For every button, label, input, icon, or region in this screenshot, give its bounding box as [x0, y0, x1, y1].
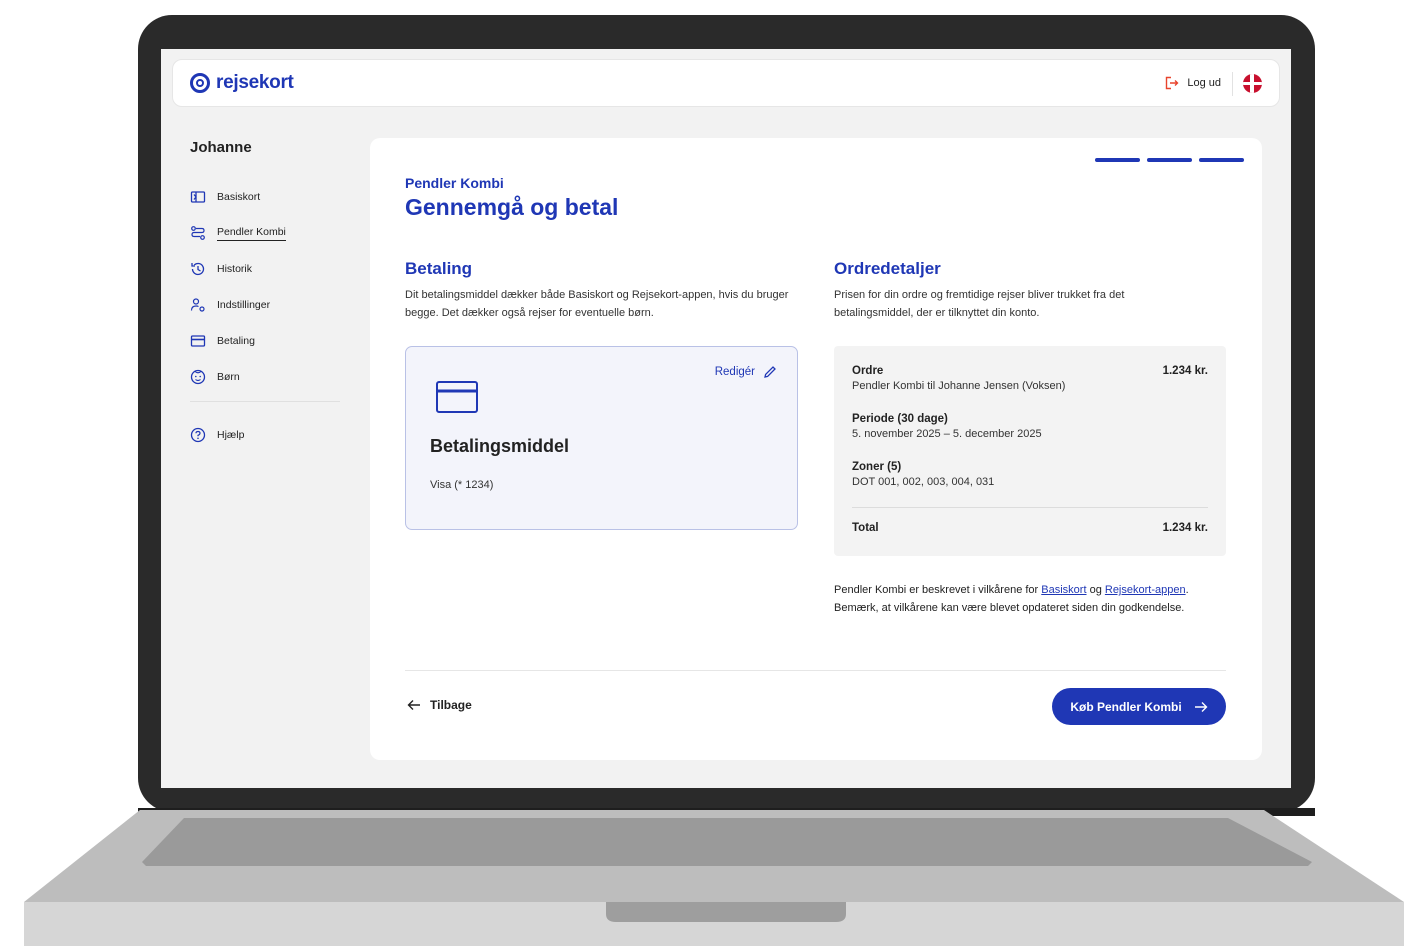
sidebar-item-betaling[interactable]: Betaling [190, 323, 340, 359]
sidebar-item-indstillinger[interactable]: Indstillinger [190, 287, 340, 323]
laptop-base [24, 810, 1404, 946]
logo-text: rejsekort [216, 72, 294, 93]
progress-step [1095, 158, 1140, 162]
user-settings-icon [190, 298, 205, 312]
order-section-title: Ordredetaljer [834, 259, 941, 278]
buy-label: Køb Pendler Kombi [1070, 699, 1182, 714]
order-row: Ordre 1.234 kr. Pendler Kombi til Johann… [852, 365, 1208, 392]
basiskort-terms-link[interactable]: Basiskort [1041, 584, 1086, 596]
logout-icon [1166, 76, 1179, 90]
payment-method-title: Betalingsmiddel [430, 436, 570, 456]
order-divider [852, 507, 1208, 508]
payment-description: Dit betalingsmiddel dækker både Basiskor… [405, 289, 789, 319]
progress-step [1147, 158, 1192, 162]
sidebar-nav: Basiskort Pendler Kombi Historik Indstil… [190, 179, 340, 395]
order-text: Pendler Kombi til Johanne Jensen (Voksen… [852, 380, 1066, 392]
zones-label: Zoner (5) [852, 461, 902, 473]
progress-steps [1095, 158, 1244, 162]
total-label: Total [852, 522, 879, 534]
sidebar-item-label: Børn [217, 371, 240, 383]
period-row: Periode (30 dage) 5. november 2025 – 5. … [852, 413, 1208, 440]
header-divider [1232, 72, 1233, 96]
logout-label: Log ud [1187, 77, 1221, 89]
sidebar-help: Hjælp [190, 417, 340, 453]
help-icon [190, 427, 206, 443]
logo-ring-icon [190, 73, 210, 93]
order-label: Ordre [852, 365, 884, 377]
rejsekort-logo[interactable]: rejsekort [190, 72, 294, 94]
sidebar-divider [190, 401, 340, 402]
credit-card-icon [436, 381, 478, 413]
sidebar-item-pendler-kombi[interactable]: Pendler Kombi [190, 215, 340, 251]
sidebar-item-label: Betaling [217, 335, 255, 347]
logout-button[interactable]: Log ud [1165, 76, 1221, 90]
terms-middle: og [1086, 584, 1105, 596]
page-title: Gennemgå og betal [405, 194, 619, 220]
pencil-icon [764, 366, 776, 378]
sidebar-item-label: Pendler Kombi [217, 226, 286, 241]
history-icon [191, 262, 205, 276]
back-label: Tilbage [430, 698, 472, 712]
sidebar-item-label: Historik [217, 263, 253, 275]
order-summary: Ordre 1.234 kr. Pendler Kombi til Johann… [834, 346, 1226, 556]
credit-card-icon [190, 335, 206, 347]
total-row: Total 1.234 kr. [852, 522, 1208, 534]
sidebar-item-basiskort[interactable]: Basiskort [190, 179, 340, 215]
total-amount: 1.234 kr. [1162, 522, 1208, 534]
checkout-card: Pendler Kombi Gennemgå og betal Betaling… [370, 138, 1262, 760]
sidebar-item-historik[interactable]: Historik [190, 251, 340, 287]
app-screen: rejsekort Log ud Johanne Basiskort Pendl… [161, 49, 1291, 788]
top-header: rejsekort Log ud [172, 59, 1280, 107]
danish-flag-icon[interactable] [1243, 74, 1262, 93]
footer-divider [405, 670, 1226, 671]
terms-text: Pendler Kombi er beskrevet i vilkårene f… [834, 581, 1214, 617]
terms-prefix: Pendler Kombi er beskrevet i vilkårene f… [834, 584, 1042, 596]
child-face-icon [190, 369, 206, 385]
period-text: 5. november 2025 – 5. december 2025 [852, 428, 1042, 440]
back-button[interactable]: Tilbage [407, 698, 472, 712]
order-description: Prisen for din ordre og fremtidige rejse… [834, 289, 1125, 319]
arrow-left-icon [407, 700, 420, 710]
card-chip-icon [190, 191, 206, 203]
sidebar-item-boern[interactable]: Børn [190, 359, 340, 395]
user-name: Johanne [190, 139, 252, 156]
zones-text: DOT 001, 002, 003, 004, 031 [852, 476, 995, 488]
page-eyebrow: Pendler Kombi [405, 175, 504, 191]
sidebar-item-label: Indstillinger [217, 299, 271, 311]
buy-pendler-kombi-button[interactable]: Køb Pendler Kombi [1052, 688, 1226, 725]
order-amount: 1.234 kr. [1162, 365, 1208, 377]
period-label: Periode (30 dage) [852, 413, 948, 425]
route-icon [191, 226, 205, 240]
payment-method-card: Redigér Betalingsmiddel Visa (* 1234) [405, 346, 798, 530]
rejsekort-app-terms-link[interactable]: Rejsekort-appen [1105, 584, 1186, 596]
sidebar-item-label: Basiskort [217, 191, 261, 203]
zones-row: Zoner (5) DOT 001, 002, 003, 004, 031 [852, 461, 1208, 488]
payment-section-title: Betaling [405, 259, 473, 278]
arrow-right-icon [1194, 701, 1208, 712]
edit-payment-button[interactable]: Redigér [715, 365, 777, 379]
progress-step [1199, 158, 1244, 162]
edit-label: Redigér [714, 366, 755, 378]
laptop-mockup: rejsekort Log ud Johanne Basiskort Pendl… [0, 0, 1404, 946]
sidebar-item-label: Hjælp [217, 429, 245, 441]
payment-method-value: Visa (* 1234) [430, 479, 494, 491]
sidebar-item-hjaelp[interactable]: Hjælp [190, 417, 340, 453]
